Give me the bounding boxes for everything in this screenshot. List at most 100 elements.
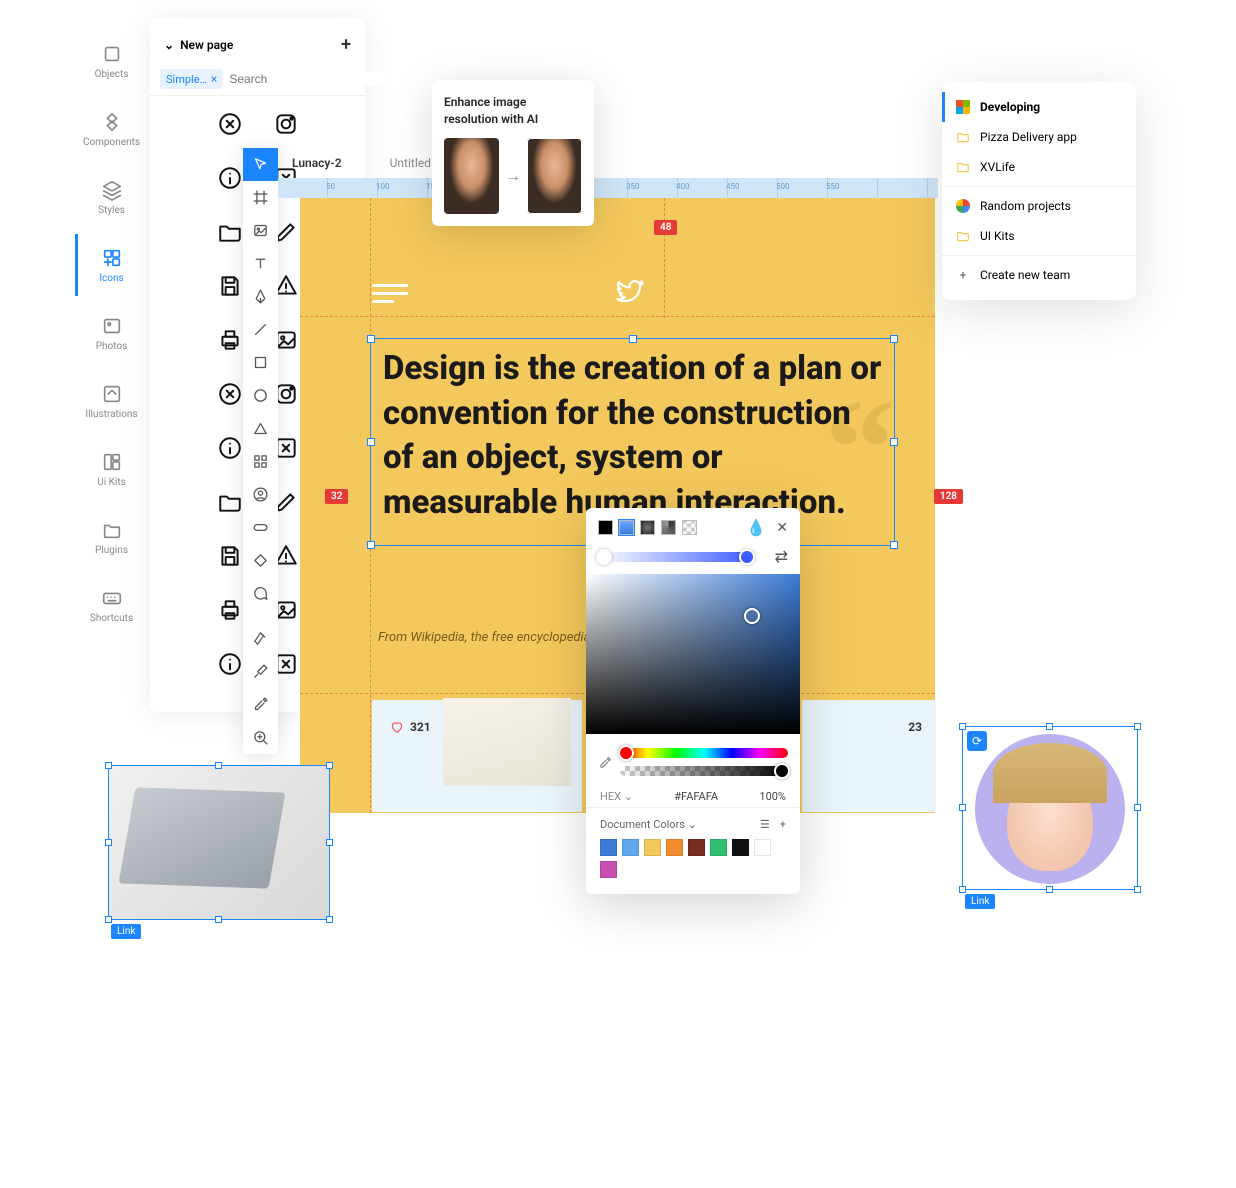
- team-random[interactable]: Random projects: [942, 191, 1136, 221]
- likes-right: 23: [908, 720, 922, 734]
- google-icon: [956, 199, 970, 213]
- folder-icon: [101, 519, 123, 541]
- frame-tool[interactable]: [243, 181, 278, 214]
- nav-photos[interactable]: Photos: [75, 302, 145, 364]
- image-tool[interactable]: [243, 214, 278, 247]
- horizontal-ruler: 50100150200250300350400450500550: [278, 178, 938, 198]
- project-xvlife[interactable]: XVLife: [942, 152, 1136, 182]
- oval-tool[interactable]: [243, 379, 278, 412]
- cancel-circle-icon[interactable]: [212, 106, 248, 142]
- alpha-slider[interactable]: [620, 766, 788, 776]
- hex-value[interactable]: #FAFAFA: [674, 790, 718, 803]
- uikit-icon: [101, 451, 123, 473]
- sv-cursor[interactable]: [744, 608, 760, 624]
- component-tool[interactable]: [243, 445, 278, 478]
- hue-slider[interactable]: [620, 748, 788, 758]
- comment-tool[interactable]: [243, 577, 278, 610]
- fill-pattern-button[interactable]: [682, 520, 697, 535]
- select-tool[interactable]: [243, 148, 278, 181]
- page-header-row[interactable]: ⌄New page +: [150, 26, 365, 63]
- filter-chip[interactable]: Simple…×: [160, 69, 223, 89]
- nav-icons[interactable]: Icons: [75, 234, 145, 296]
- vertical-toolbar: [243, 148, 278, 754]
- color-picker: 💧 ✕ ⇄ HEX ⌄ #FAFAFA 100% Document Colors…: [586, 508, 800, 894]
- swatch[interactable]: [644, 839, 661, 856]
- create-team-button[interactable]: +Create new team: [942, 260, 1136, 290]
- nav-styles[interactable]: Styles: [75, 166, 145, 228]
- photo-icon: [101, 315, 123, 337]
- doc-swatches: [600, 839, 786, 878]
- diamond-tool[interactable]: [243, 544, 278, 577]
- project-pizza[interactable]: Pizza Delivery app: [942, 122, 1136, 152]
- team-developing[interactable]: Developing: [942, 92, 1136, 122]
- swatch[interactable]: [600, 839, 617, 856]
- button-tool[interactable]: [243, 511, 278, 544]
- instagram-icon[interactable]: [268, 106, 304, 142]
- fill-linear-button[interactable]: [619, 520, 634, 535]
- arrow-right-icon: →: [505, 166, 521, 186]
- text-tool[interactable]: [243, 247, 278, 280]
- avatar-tool[interactable]: [243, 478, 278, 511]
- gradient-stops-bar[interactable]: [598, 552, 753, 562]
- nav-uikits[interactable]: Ui Kits: [75, 438, 145, 500]
- zoom-tool[interactable]: [243, 721, 278, 754]
- add-page-button[interactable]: +: [341, 34, 351, 55]
- rect-tool[interactable]: [243, 346, 278, 379]
- avatar-circle: [975, 734, 1125, 884]
- swatch[interactable]: [710, 839, 727, 856]
- project-uikits[interactable]: UI Kits: [942, 221, 1136, 251]
- line-tool[interactable]: [243, 313, 278, 346]
- nav-plugins[interactable]: Plugins: [75, 506, 145, 568]
- table-photo-bench: [443, 698, 571, 786]
- eyedropper-tool[interactable]: [243, 688, 278, 721]
- swatch[interactable]: [666, 839, 683, 856]
- tab-lunacy[interactable]: Lunacy-2: [278, 148, 356, 178]
- swatch[interactable]: [622, 839, 639, 856]
- hex-label[interactable]: HEX ⌄: [600, 790, 633, 803]
- microsoft-icon: [956, 100, 970, 114]
- pen-tool[interactable]: [243, 280, 278, 313]
- measure-badge-32: 32: [325, 489, 348, 504]
- triangle-tool[interactable]: [243, 412, 278, 445]
- opacity-value[interactable]: 100%: [759, 790, 786, 803]
- close-picker-button[interactable]: ✕: [776, 520, 788, 536]
- nav-illustrations[interactable]: Illustrations: [75, 370, 145, 432]
- selected-avatar[interactable]: ⟳ Link: [962, 726, 1138, 890]
- teams-popup: Developing Pizza Delivery app XVLife Ran…: [942, 82, 1136, 300]
- measure-badge-48: 48: [654, 220, 677, 235]
- chevron-down-icon: ⌄: [164, 38, 174, 52]
- nav-objects[interactable]: Objects: [75, 30, 145, 92]
- card-right: 23: [802, 700, 936, 812]
- nav-shortcuts[interactable]: Shortcuts: [75, 574, 145, 636]
- selected-image-laptop[interactable]: Link: [108, 765, 330, 920]
- plus-icon: +: [956, 268, 970, 282]
- swatch[interactable]: [754, 839, 771, 856]
- nav-components[interactable]: Components: [75, 98, 145, 160]
- swap-icon[interactable]: ⇄: [775, 547, 788, 566]
- ai-after-img: [527, 138, 582, 214]
- slice-tool[interactable]: [243, 622, 278, 655]
- brush-tool[interactable]: [243, 655, 278, 688]
- fill-radial-button[interactable]: [640, 520, 655, 535]
- hamburger-icon: [372, 284, 408, 303]
- left-nav-rail: Objects Components Styles Icons Photos I…: [75, 30, 145, 636]
- chip-remove-icon[interactable]: ×: [211, 72, 217, 86]
- add-color-button[interactable]: +: [780, 818, 786, 831]
- square-icon: [101, 43, 123, 65]
- search-input[interactable]: [229, 72, 384, 86]
- swatch[interactable]: [688, 839, 705, 856]
- ai-title: Enhance image resolution with AI: [444, 94, 582, 128]
- eyedrop-icon[interactable]: 💧: [746, 518, 766, 537]
- fill-angular-button[interactable]: [661, 520, 676, 535]
- saturation-value-field[interactable]: [586, 574, 800, 734]
- swatch[interactable]: [600, 861, 617, 878]
- fill-solid-button[interactable]: [598, 520, 613, 535]
- ai-before-img: [444, 138, 499, 214]
- document-tabs: Lunacy-2 Untitled: [278, 148, 445, 178]
- swatch[interactable]: [732, 839, 749, 856]
- doc-colors-label[interactable]: Document Colors ⌄: [600, 818, 697, 831]
- caption-text: From Wikipedia, the free encyclopedia: [378, 630, 590, 645]
- regenerate-icon[interactable]: ⟳: [967, 731, 987, 751]
- list-view-icon[interactable]: ☰: [760, 818, 770, 831]
- eyedropper-icon[interactable]: [598, 755, 612, 774]
